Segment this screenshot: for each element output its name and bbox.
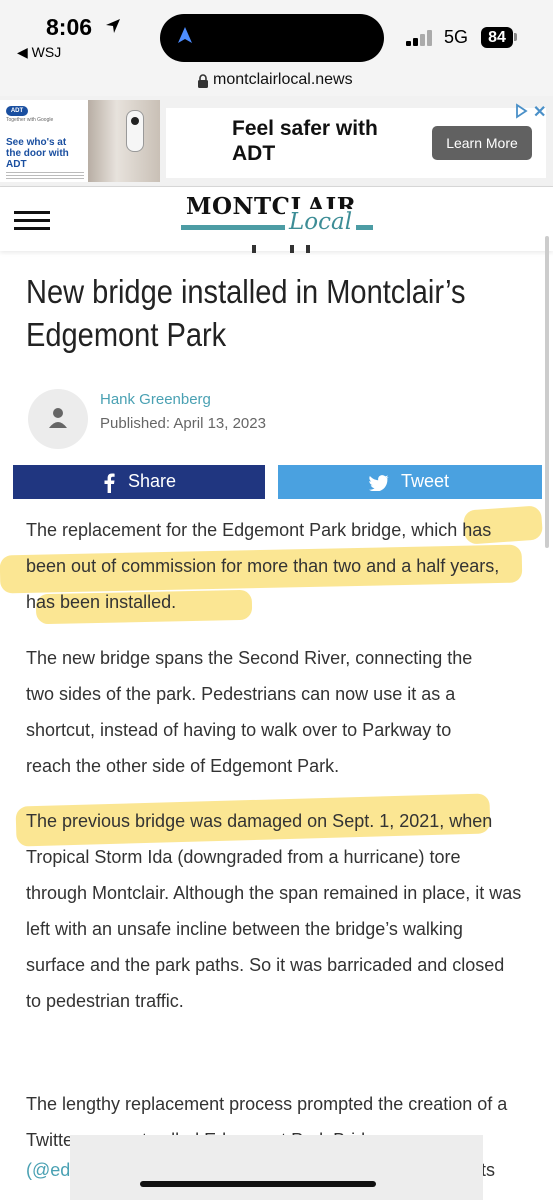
previous-text-remnant — [250, 245, 320, 257]
article-title: New bridge installed in Montclair’s Edge… — [26, 273, 466, 353]
article-paragraph-2: The new bridge spans the Second River, c… — [26, 648, 473, 776]
share-label: Share — [128, 471, 177, 491]
status-bar: 8:06 ◀ WSJ 5G 84 — [0, 0, 553, 70]
article-paragraph-3: The previous bridge was damaged on Sept.… — [26, 811, 522, 1011]
twitter-bird-icon — [369, 475, 389, 491]
navigation-arrow-icon — [178, 27, 192, 43]
network-type: 5G — [444, 27, 469, 47]
ad-title: Feel safer with ADT — [232, 117, 378, 165]
ad-partner-text: Together with Google — [6, 117, 54, 123]
menu-hamburger-icon[interactable] — [14, 211, 50, 231]
adt-logo: ADT — [6, 106, 28, 116]
battery-indicator: 84 — [481, 27, 513, 48]
signal-strength-icon — [406, 30, 436, 46]
publish-date: Published: April 13, 2023 — [100, 415, 266, 432]
home-indicator[interactable] — [140, 1181, 376, 1187]
facebook-icon — [104, 473, 115, 493]
tweet-label: Tweet — [401, 471, 450, 491]
ad-choices-icon[interactable] — [513, 103, 529, 119]
ad-left-panel[interactable]: ADT Together with Google See who's at th… — [0, 100, 88, 182]
paragraph-cut-text: ts — [481, 1160, 496, 1180]
browser-toolbar[interactable] — [70, 1135, 483, 1200]
ad-doorbell-image[interactable] — [88, 100, 160, 182]
url-text[interactable]: montclairlocal.news — [213, 71, 353, 89]
doorbell-camera — [126, 110, 144, 152]
twitter-handle-link[interactable]: (@ed — [26, 1160, 70, 1181]
ad-close-icon[interactable]: ✕ — [533, 102, 546, 122]
ad-fine-print — [6, 172, 84, 182]
door-image — [88, 100, 160, 182]
author-name-link[interactable]: Hank Greenberg — [100, 391, 211, 408]
ad-card[interactable]: Feel safer with ADT Learn More — [166, 108, 546, 178]
lock-icon — [198, 74, 208, 88]
back-to-app-link[interactable]: ◀ WSJ — [17, 44, 61, 61]
article-paragraph-1: The replacement for the Edgemont Park br… — [26, 520, 500, 612]
user-icon — [49, 408, 67, 428]
facebook-share-button[interactable]: Share — [13, 465, 265, 499]
site-logo-local[interactable]: Local — [285, 209, 357, 235]
ad-left-headline: See who's at the door with ADT — [6, 137, 69, 170]
battery-cap — [514, 33, 517, 41]
twitter-tweet-button[interactable]: Tweet — [278, 465, 542, 499]
author-avatar[interactable] — [28, 389, 88, 449]
status-time: 8:06 — [46, 14, 93, 40]
site-header: MONTCLAIR Local — [0, 187, 553, 251]
page-scrollbar[interactable] — [545, 236, 549, 548]
learn-more-button[interactable]: Learn More — [432, 126, 532, 160]
location-arrow-icon — [106, 19, 120, 33]
advertisement-banner[interactable]: ADT Together with Google See who's at th… — [0, 96, 553, 187]
browser-url-bar[interactable]: montclairlocal.news — [0, 70, 553, 96]
